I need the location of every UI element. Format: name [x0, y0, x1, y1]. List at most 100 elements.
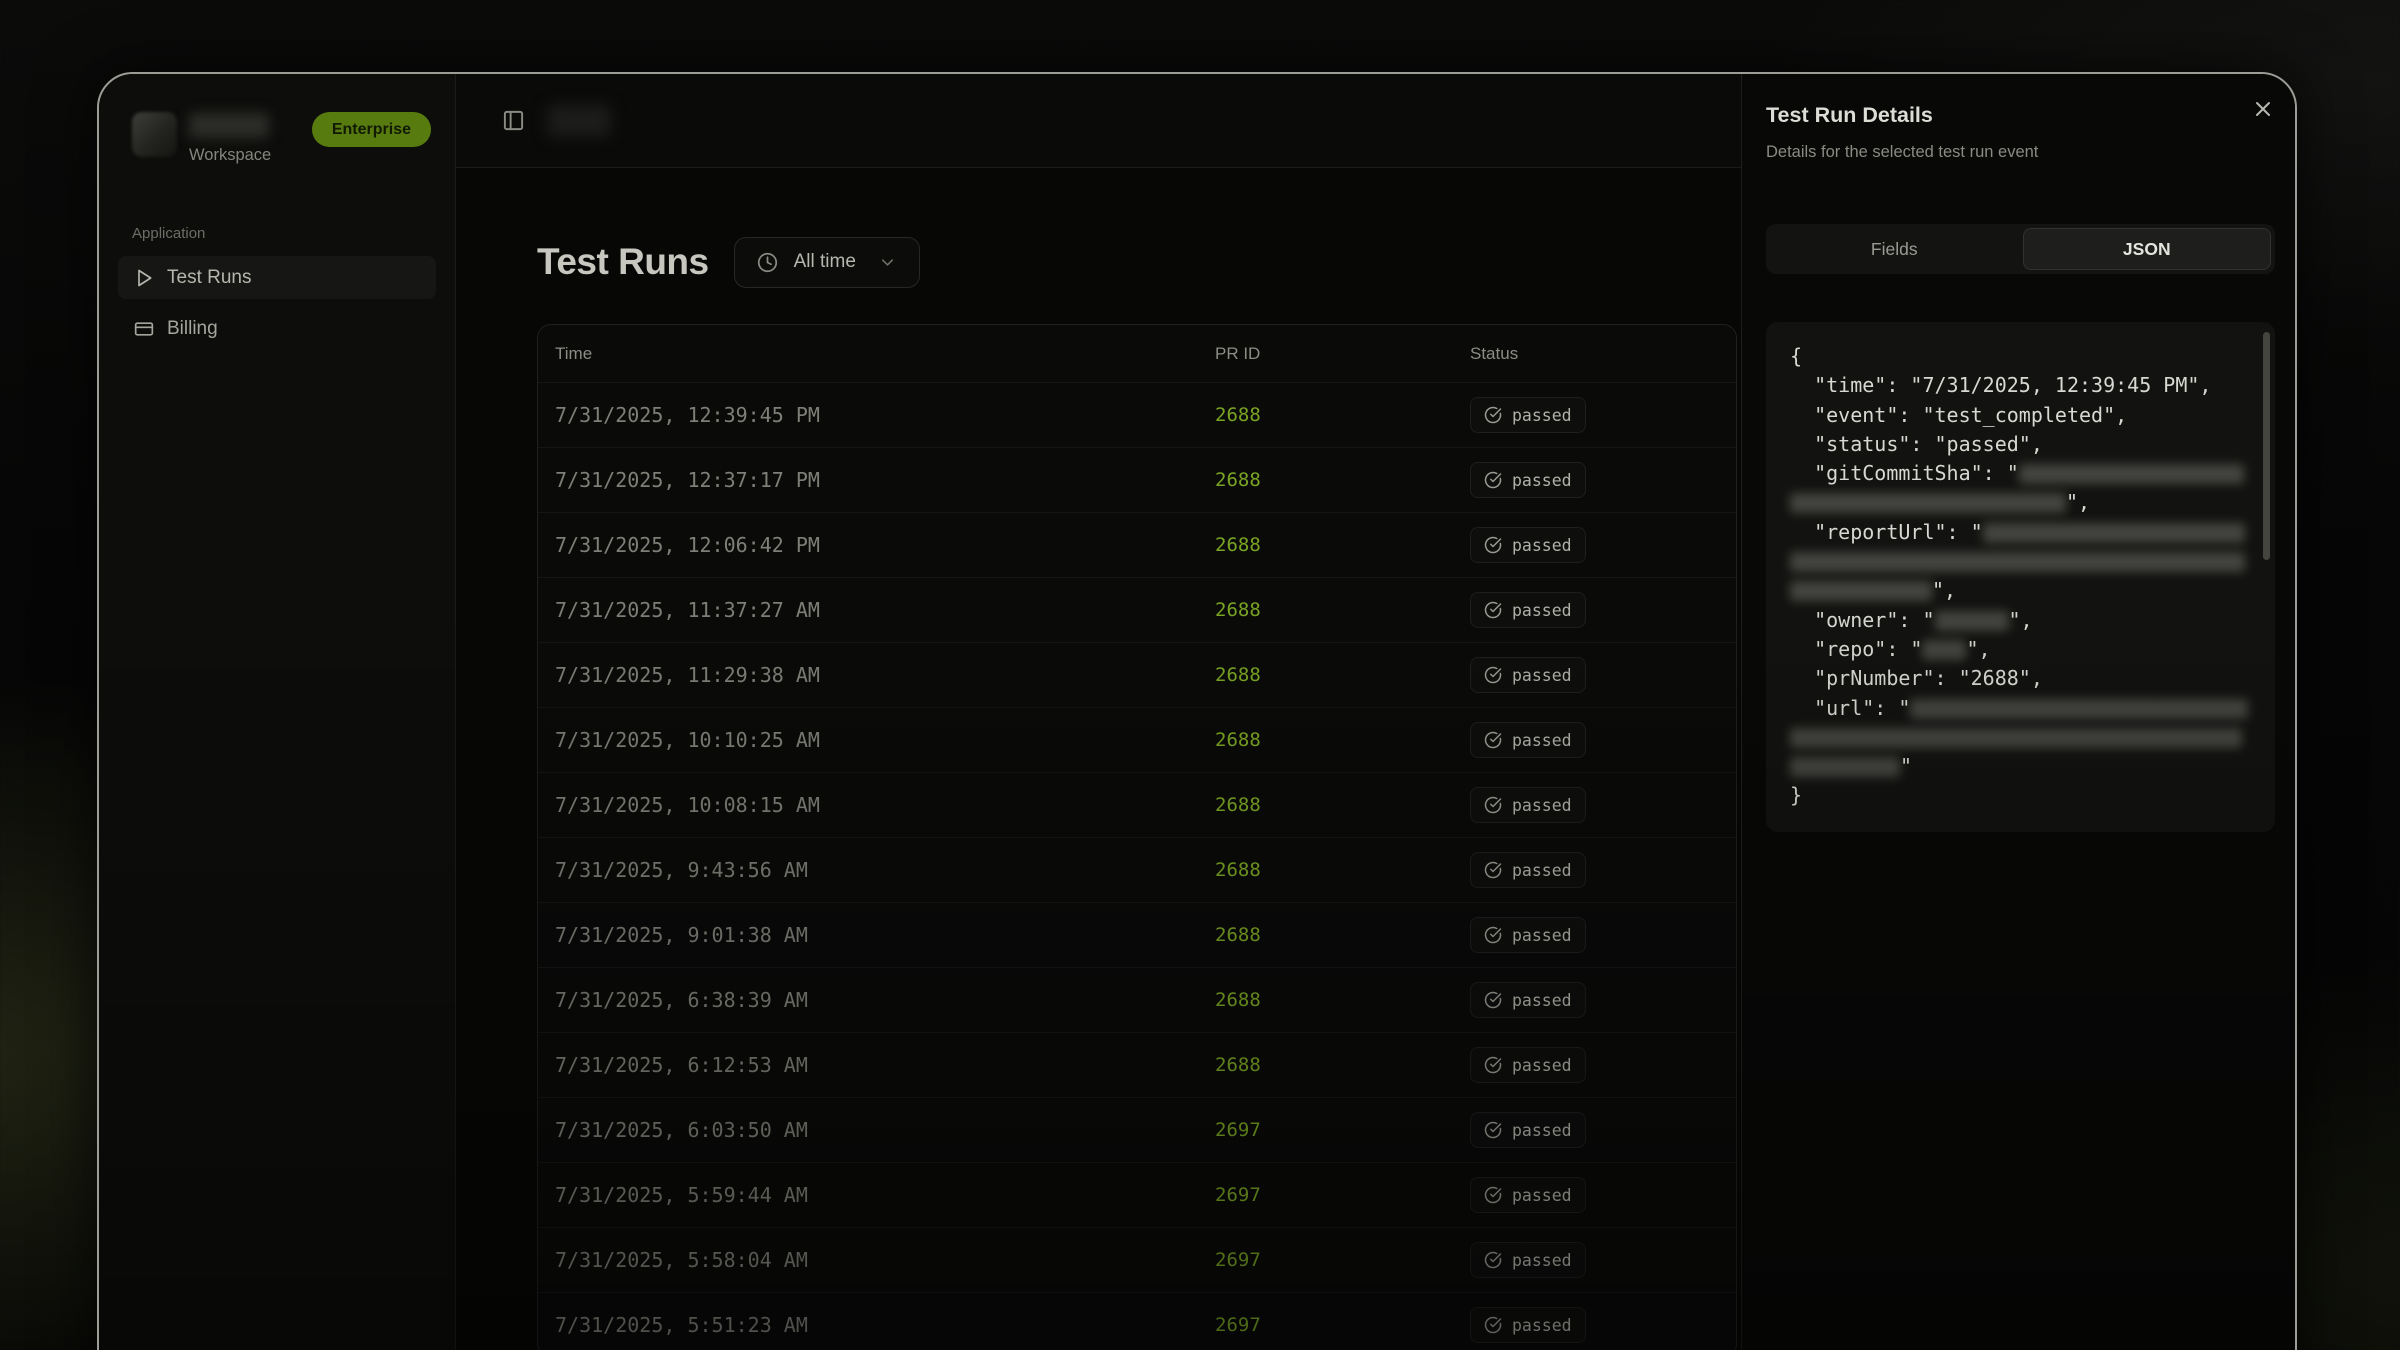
- row-pr-id[interactable]: 2688: [1215, 469, 1470, 491]
- json-text: {: [1790, 344, 1802, 368]
- redacted-text: [1910, 699, 2248, 719]
- json-text: "prNumber": "2688",: [1790, 666, 2043, 690]
- status-label: passed: [1512, 926, 1572, 945]
- json-text: "repo": ": [1790, 637, 1922, 661]
- json-line: ",: [1790, 488, 2251, 517]
- status-badge: passed: [1470, 1242, 1586, 1278]
- status-label: passed: [1512, 1316, 1572, 1335]
- row-status: passed: [1470, 787, 1736, 823]
- app-window: Workspace Enterprise Application Test Ru…: [97, 72, 2297, 1350]
- time-filter-dropdown[interactable]: All time: [734, 237, 920, 288]
- close-panel-button[interactable]: [2250, 96, 2276, 122]
- redacted-text: [1790, 728, 2242, 748]
- row-time: 7/31/2025, 12:37:17 PM: [538, 468, 1215, 492]
- panel-subtitle: Details for the selected test run event: [1766, 143, 2275, 162]
- json-line: ",: [1790, 576, 2251, 605]
- test-run-details-panel: Test Run Details Details for the selecte…: [1741, 74, 2297, 1350]
- table-row[interactable]: 7/31/2025, 5:51:23 AM 2697 passed: [538, 1292, 1736, 1350]
- status-badge: passed: [1470, 787, 1586, 823]
- tab-json[interactable]: JSON: [2023, 228, 2272, 270]
- json-viewer: { "time": "7/31/2025, 12:39:45 PM", "eve…: [1766, 322, 2275, 832]
- table-row[interactable]: 7/31/2025, 11:37:27 AM 2688 passed: [538, 577, 1736, 642]
- row-status: passed: [1470, 527, 1736, 563]
- row-status: passed: [1470, 852, 1736, 888]
- json-line: "url": ": [1790, 694, 2251, 723]
- status-label: passed: [1512, 536, 1572, 555]
- check-circle-icon: [1484, 1056, 1502, 1074]
- redacted-text: [1935, 611, 2009, 631]
- table-row[interactable]: 7/31/2025, 6:12:53 AM 2688 passed: [538, 1032, 1736, 1097]
- table-row[interactable]: 7/31/2025, 6:38:39 AM 2688 passed: [538, 967, 1736, 1032]
- status-badge: passed: [1470, 397, 1586, 433]
- row-pr-id[interactable]: 2688: [1215, 924, 1470, 946]
- table-row[interactable]: 7/31/2025, 9:43:56 AM 2688 passed: [538, 837, 1736, 902]
- status-badge: passed: [1470, 1307, 1586, 1343]
- table-row[interactable]: 7/31/2025, 12:39:45 PM 2688 passed: [538, 382, 1736, 447]
- status-label: passed: [1512, 1056, 1572, 1075]
- row-status: passed: [1470, 917, 1736, 953]
- row-time: 7/31/2025, 10:08:15 AM: [538, 793, 1215, 817]
- check-circle-icon: [1484, 926, 1502, 944]
- redacted-text: [1790, 581, 1932, 601]
- check-circle-icon: [1484, 796, 1502, 814]
- column-header-status: Status: [1470, 344, 1736, 364]
- table-row[interactable]: 7/31/2025, 11:29:38 AM 2688 passed: [538, 642, 1736, 707]
- table-body: 7/31/2025, 12:39:45 PM 2688 passed 7/31/…: [538, 382, 1736, 1350]
- clock-icon: [757, 252, 778, 273]
- workspace-switcher[interactable]: Workspace Enterprise: [132, 112, 431, 165]
- status-label: passed: [1512, 1186, 1572, 1205]
- table-row[interactable]: 7/31/2025, 9:01:38 AM 2688 passed: [538, 902, 1736, 967]
- row-status: passed: [1470, 1307, 1736, 1343]
- row-time: 7/31/2025, 11:37:27 AM: [538, 598, 1215, 622]
- plan-badge: Enterprise: [312, 112, 431, 147]
- row-pr-id[interactable]: 2697: [1215, 1314, 1470, 1336]
- row-pr-id[interactable]: 2688: [1215, 794, 1470, 816]
- row-pr-id[interactable]: 2688: [1215, 859, 1470, 881]
- credit-card-icon: [134, 319, 154, 339]
- row-pr-id[interactable]: 2688: [1215, 599, 1470, 621]
- row-time: 7/31/2025, 11:29:38 AM: [538, 663, 1215, 687]
- row-pr-id[interactable]: 2688: [1215, 729, 1470, 751]
- json-scrollbar-thumb[interactable]: [2263, 332, 2270, 560]
- tab-fields[interactable]: Fields: [1770, 228, 2019, 270]
- table-row[interactable]: 7/31/2025, 10:10:25 AM 2688 passed: [538, 707, 1736, 772]
- json-text: ": [1900, 754, 1912, 778]
- json-line: "prNumber": "2688",: [1790, 664, 2251, 693]
- row-pr-id[interactable]: 2688: [1215, 404, 1470, 426]
- table-row[interactable]: 7/31/2025, 5:59:44 AM 2697 passed: [538, 1162, 1736, 1227]
- table-row[interactable]: 7/31/2025, 6:03:50 AM 2697 passed: [538, 1097, 1736, 1162]
- json-line: "owner": "",: [1790, 606, 2251, 635]
- table-header-row: Time PR ID Status: [538, 325, 1736, 382]
- play-icon: [134, 268, 154, 288]
- table-row[interactable]: 7/31/2025, 12:06:42 PM 2688 passed: [538, 512, 1736, 577]
- row-pr-id[interactable]: 2688: [1215, 534, 1470, 556]
- row-pr-id[interactable]: 2697: [1215, 1119, 1470, 1141]
- row-pr-id[interactable]: 2688: [1215, 989, 1470, 1011]
- workspace-logo-redacted: [132, 112, 177, 157]
- row-pr-id[interactable]: 2697: [1215, 1249, 1470, 1271]
- table-row[interactable]: 7/31/2025, 10:08:15 AM 2688 passed: [538, 772, 1736, 837]
- row-status: passed: [1470, 592, 1736, 628]
- json-line: ": [1790, 752, 2251, 781]
- json-text: }: [1790, 783, 1802, 807]
- status-badge: passed: [1470, 722, 1586, 758]
- sidebar-toggle-icon[interactable]: [502, 109, 525, 132]
- sidebar-item-test-runs[interactable]: Test Runs: [118, 256, 436, 299]
- row-status: passed: [1470, 1242, 1736, 1278]
- row-pr-id[interactable]: 2688: [1215, 664, 1470, 686]
- row-pr-id[interactable]: 2688: [1215, 1054, 1470, 1076]
- status-badge: passed: [1470, 1177, 1586, 1213]
- desktop-background: { "sidebar": { "workspace_caption": "Wor…: [0, 0, 2400, 1350]
- main-area: Test Runs All time Time PR ID Status 7/3…: [456, 74, 1741, 1350]
- sidebar: Workspace Enterprise Application Test Ru…: [99, 74, 456, 1350]
- sidebar-item-billing[interactable]: Billing: [118, 307, 436, 350]
- table-row[interactable]: 7/31/2025, 5:58:04 AM 2697 passed: [538, 1227, 1736, 1292]
- table-row[interactable]: 7/31/2025, 12:37:17 PM 2688 passed: [538, 447, 1736, 512]
- status-badge: passed: [1470, 592, 1586, 628]
- check-circle-icon: [1484, 1251, 1502, 1269]
- row-pr-id[interactable]: 2697: [1215, 1184, 1470, 1206]
- json-line: "reportUrl": ": [1790, 518, 2251, 547]
- json-line: }: [1790, 781, 2251, 810]
- check-circle-icon: [1484, 601, 1502, 619]
- redacted-text: [1922, 640, 1966, 660]
